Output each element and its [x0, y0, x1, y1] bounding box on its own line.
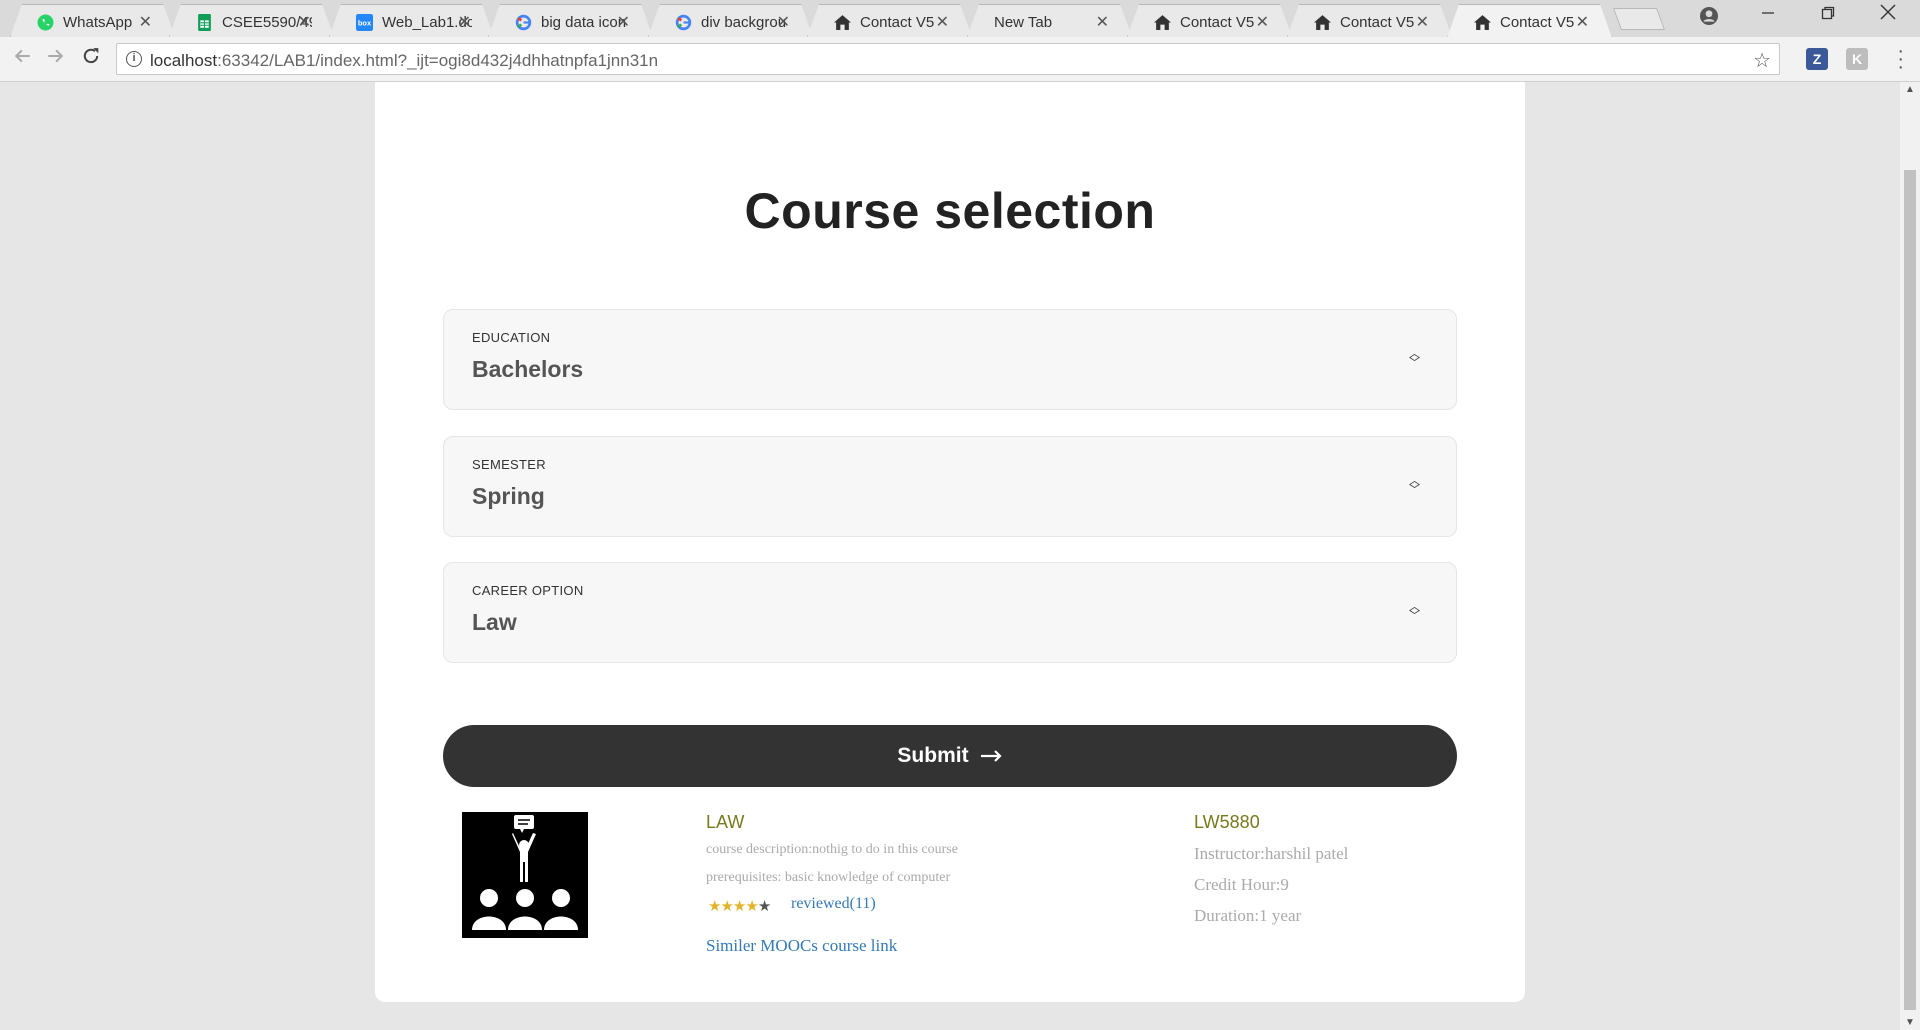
vertical-scrollbar[interactable]: ▲ ▼	[1900, 82, 1920, 1030]
semester-label: SEMESTER	[472, 457, 546, 472]
education-label: EDUCATION	[472, 330, 551, 345]
google-icon	[515, 14, 532, 31]
whatsapp-icon	[37, 14, 54, 31]
star-icon: ★	[720, 898, 733, 915]
home-icon	[1154, 14, 1171, 31]
tab-strip: WhatsApp ✕ CSEE5590/49 ✕ box Web_Lab1.do…	[0, 0, 1920, 37]
semester-value: Spring	[472, 483, 545, 509]
svg-text:box: box	[358, 19, 372, 28]
tab-title: New Tab	[994, 14, 1053, 31]
close-icon[interactable]: ✕	[617, 12, 630, 32]
course-code: LW5880	[1194, 812, 1260, 832]
course-credit-hour: Credit Hour:9	[1194, 875, 1289, 894]
close-icon	[1880, 4, 1896, 20]
education-select[interactable]: EDUCATION Bachelors ︿ ﹀	[443, 309, 1457, 410]
page-viewport: Course selection EDUCATION Bachelors ︿ ﹀ …	[0, 82, 1900, 1030]
sheets-icon	[196, 14, 213, 31]
reload-button[interactable]	[82, 47, 100, 71]
reload-icon	[83, 48, 99, 64]
close-icon[interactable]: ✕	[777, 12, 790, 32]
course-instructor: Instructor:harshil patel	[1194, 844, 1349, 863]
restore-button[interactable]	[1808, 4, 1848, 25]
home-icon	[834, 14, 851, 31]
career-option-value: Law	[472, 609, 517, 635]
course-card: Course selection EDUCATION Bachelors ︿ ﹀ …	[375, 82, 1525, 1002]
forward-arrow-icon	[48, 49, 64, 63]
tab-whatsapp[interactable]: WhatsApp ✕	[10, 4, 175, 37]
tab-new-tab[interactable]: New Tab ✕	[967, 4, 1132, 37]
course-title: LAW	[706, 812, 745, 832]
restore-icon	[1821, 6, 1835, 20]
tab-google-big-data[interactable]: big data icon ✕	[488, 4, 653, 37]
window-close-button[interactable]	[1868, 4, 1908, 25]
extension-z-icon[interactable]: Z	[1806, 48, 1828, 70]
forward-button[interactable]	[46, 47, 64, 71]
close-icon[interactable]: ✕	[1096, 12, 1109, 32]
close-icon[interactable]: ✕	[139, 12, 152, 32]
new-tab-button[interactable]	[1612, 8, 1666, 30]
close-icon[interactable]: ✕	[1256, 12, 1269, 32]
submit-label: Submit	[897, 744, 969, 767]
chevron-up-down-icon: ︿ ﹀	[1409, 475, 1420, 496]
close-icon[interactable]: ✕	[1416, 12, 1429, 32]
bookmark-star-icon[interactable]: ☆	[1753, 48, 1771, 73]
back-arrow-icon	[14, 49, 30, 63]
url-host: localhost	[150, 51, 218, 70]
extension-k-icon[interactable]: K	[1846, 48, 1868, 70]
url-path: :63342/LAB1/index.html?_ijt=ogi8d432j4dh…	[217, 51, 659, 70]
back-button[interactable]	[14, 47, 32, 71]
tab-contact-1[interactable]: Contact V5 ✕	[807, 4, 972, 37]
close-icon[interactable]: ✕	[298, 12, 311, 32]
minimize-icon	[1762, 12, 1774, 14]
career-option-label: CAREER OPTION	[472, 583, 584, 598]
url-text[interactable]: localhost:63342/LAB1/index.html?_ijt=ogi…	[150, 51, 658, 71]
close-icon[interactable]: ✕	[458, 12, 471, 32]
tab-sheets[interactable]: CSEE5590/49 ✕	[169, 4, 334, 37]
tab-contact-3[interactable]: Contact V5 ✕	[1287, 4, 1452, 37]
tab-box[interactable]: box Web_Lab1.do ✕	[329, 4, 494, 37]
page-title: Course selection	[744, 183, 1156, 239]
scroll-down-arrow-icon[interactable]: ▼	[1905, 1017, 1915, 1028]
tab-contact-2[interactable]: Contact V5 ✕	[1127, 4, 1292, 37]
scrollbar-thumb[interactable]	[1904, 170, 1916, 1010]
star-icon: ★	[745, 898, 758, 915]
reviewed-link[interactable]: reviewed(11)	[791, 895, 876, 913]
minimize-button[interactable]	[1748, 4, 1788, 25]
box-icon: box	[356, 14, 373, 31]
semester-select[interactable]: SEMESTER Spring ︿ ﹀	[443, 436, 1457, 537]
menu-icon[interactable]: · · ·	[1897, 41, 1904, 77]
course-duration: Duration:1 year	[1194, 906, 1302, 925]
career-option-select[interactable]: CAREER OPTION Law ︿ ﹀	[443, 562, 1457, 663]
info-icon[interactable]: i	[126, 51, 142, 67]
education-value: Bachelors	[472, 356, 584, 382]
scroll-up-arrow-icon[interactable]: ▲	[1905, 84, 1915, 95]
arrow-right-icon	[980, 750, 1002, 762]
submit-button[interactable]: Submit	[443, 725, 1457, 787]
chevron-up-down-icon: ︿ ﹀	[1409, 348, 1420, 369]
browser-toolbar: i localhost:63342/LAB1/index.html?_ijt=o…	[0, 37, 1920, 82]
star-icon: ★	[708, 898, 721, 915]
google-icon	[675, 14, 692, 31]
star-empty-icon: ★	[757, 898, 771, 915]
tab-google-div[interactable]: div backgrou ✕	[648, 4, 813, 37]
profile-icon[interactable]	[1700, 7, 1718, 25]
star-icon: ★	[732, 898, 746, 915]
chevron-up-down-icon: ︿ ﹀	[1409, 601, 1420, 622]
address-bar[interactable]: i localhost:63342/LAB1/index.html?_ijt=o…	[116, 43, 1780, 75]
home-icon	[1314, 14, 1331, 31]
close-icon[interactable]: ✕	[1576, 12, 1589, 32]
home-icon	[1474, 14, 1491, 31]
tab-contact-active[interactable]: Contact V5 ✕	[1447, 4, 1612, 38]
course-prerequisites: prerequisites: basic knowledge of comput…	[706, 870, 951, 885]
mooc-course-link[interactable]: Similer MOOCs course link	[706, 936, 897, 956]
course-description: course description:nothig to do in this …	[706, 842, 958, 857]
course-image	[462, 812, 588, 938]
rating-stars: ★★★★★	[708, 897, 771, 915]
close-icon[interactable]: ✕	[936, 12, 949, 32]
